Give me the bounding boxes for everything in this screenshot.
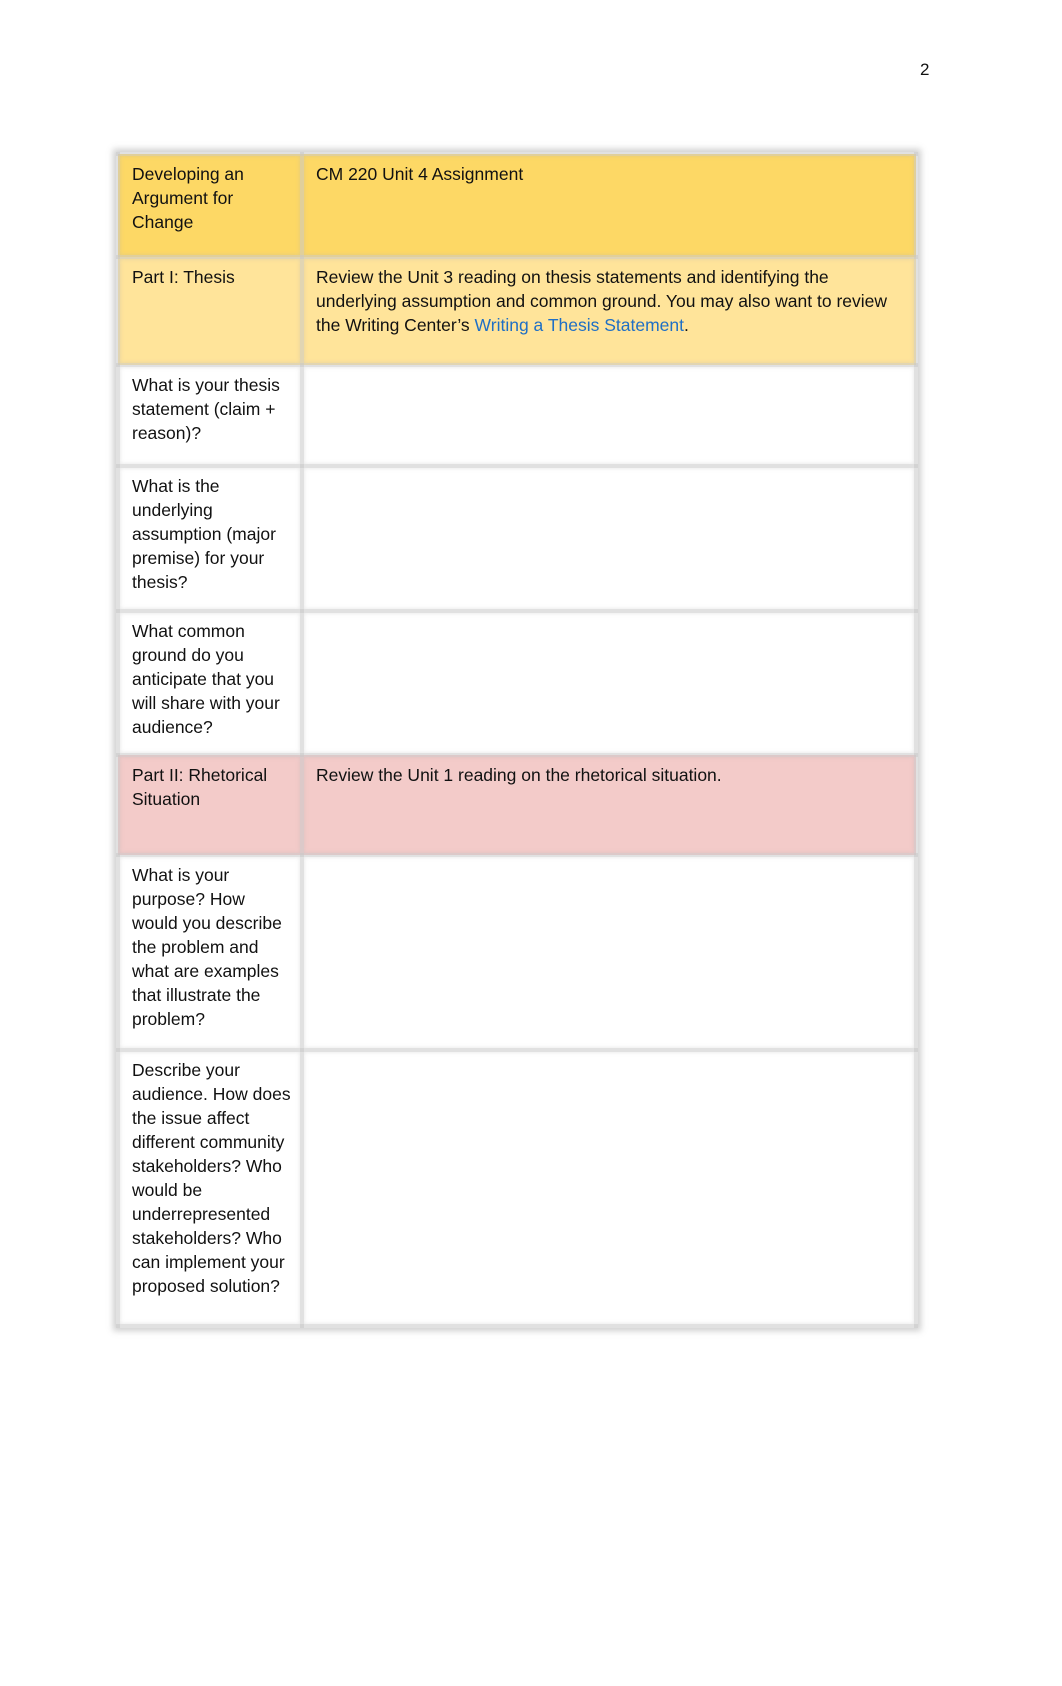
- writing-thesis-statement-link[interactable]: Writing a Thesis Statement: [475, 315, 684, 335]
- table-row: What is your thesis statement (claim + r…: [116, 363, 918, 468]
- table-header-row: Developing an Argument for Change CM 220…: [116, 152, 918, 259]
- question-cell: What common ground do you anticipate tha…: [116, 609, 304, 757]
- section-row-part1: Part I: Thesis Review the Unit 3 reading…: [116, 255, 918, 367]
- section-label-part2: Part II: Rhetorical Situation: [116, 753, 304, 857]
- question-cell: What is the underlying assumption (major…: [116, 464, 304, 613]
- answer-cell[interactable]: [300, 464, 918, 613]
- header-value-cell: CM 220 Unit 4 Assignment: [300, 152, 918, 259]
- answer-cell[interactable]: [300, 363, 918, 468]
- table-row: What is the underlying assumption (major…: [116, 464, 918, 613]
- header-label-cell: Developing an Argument for Change: [116, 152, 304, 259]
- table-row: What is your purpose? How would you desc…: [116, 853, 918, 1052]
- answer-cell[interactable]: [300, 853, 918, 1052]
- table-row: What common ground do you anticipate tha…: [116, 609, 918, 757]
- question-cell: What is your purpose? How would you desc…: [116, 853, 304, 1052]
- section-instruction-part2: Review the Unit 1 reading on the rhetori…: [300, 753, 918, 857]
- question-cell: What is your thesis statement (claim + r…: [116, 363, 304, 468]
- assignment-table: Developing an Argument for Change CM 220…: [116, 152, 918, 1328]
- instruction-suffix: .: [684, 315, 689, 335]
- answer-cell[interactable]: [300, 609, 918, 757]
- answer-cell[interactable]: [300, 1048, 918, 1328]
- section-row-part2: Part II: Rhetorical Situation Review the…: [116, 753, 918, 857]
- page-number: 2: [920, 60, 930, 79]
- section-instruction-part1: Review the Unit 3 reading on thesis stat…: [300, 255, 918, 367]
- section-label-part1: Part I: Thesis: [116, 255, 304, 367]
- table-row: Describe your audience. How does the iss…: [116, 1048, 918, 1328]
- question-cell: Describe your audience. How does the iss…: [116, 1048, 304, 1328]
